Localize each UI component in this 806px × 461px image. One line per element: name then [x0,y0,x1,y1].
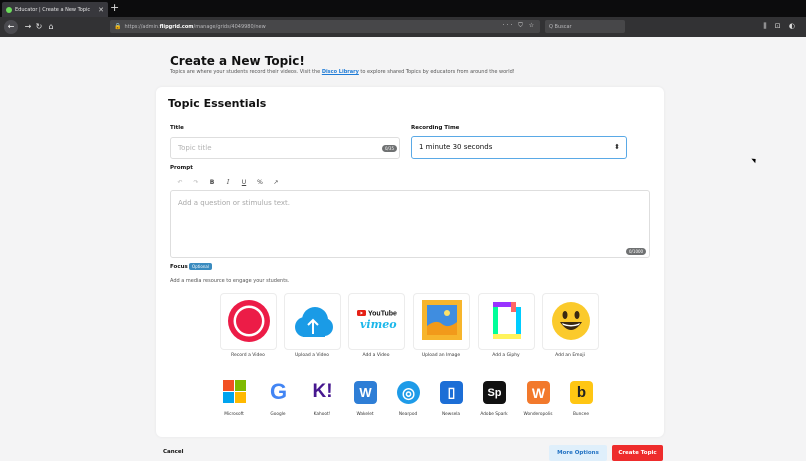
record-icon [228,300,270,342]
newsela-icon[interactable]: ▯ [440,381,463,404]
title-label: Title [170,125,184,131]
search-bar[interactable]: Q Buscar [545,20,625,33]
cancel-button[interactable]: Cancel [163,449,184,455]
focus-label: Focus [170,264,188,270]
tile-label: Add a Giphy [492,353,520,358]
tile-label: Add a Video [362,353,390,358]
prompt-label: Prompt [170,165,193,171]
clear-format-icon[interactable]: ↗ [272,179,280,186]
disco-library-link[interactable]: Disco Library [322,69,359,75]
flipgrid-favicon-icon [6,6,12,13]
tile-label: Upload an Image [421,353,461,358]
page-actions-icon[interactable]: ··· ⛉ ☆ [503,22,536,30]
upload-image-tile[interactable] [413,293,470,350]
microsoft-icon[interactable] [223,380,246,403]
record-video-tile[interactable] [220,293,277,350]
home-icon[interactable]: ⌂ [45,22,57,31]
add-video-tile[interactable]: YouTube vimeo [348,293,405,350]
url-text: https://admin.flipgrid.com/manage/grids/… [124,23,266,30]
emoji-icon [552,302,590,340]
page-subtitle: Topics are where your students record th… [170,69,515,75]
address-bar[interactable]: 🔒 https://admin.flipgrid.com/manage/grid… [110,20,540,33]
link-icon[interactable]: % [256,179,264,186]
section-title: Topic Essentials [168,97,267,110]
buncee-icon[interactable]: b [570,381,593,404]
integration-label: Buncee [572,412,590,417]
wonderopolis-icon[interactable]: W [527,381,550,404]
google-icon[interactable]: G [267,379,290,404]
underline-icon[interactable]: U [240,179,248,186]
logo-top-text: YouTube [368,311,397,318]
cloud-upload-icon [295,307,333,337]
integration-label: Google [270,412,286,417]
more-options-button[interactable]: More Options [549,445,607,461]
recording-time-label: Recording Time [411,125,460,131]
tile-label: Record a Video [231,353,265,358]
image-icon [422,300,462,340]
add-emoji-tile[interactable] [542,293,599,350]
giphy-icon [493,302,521,339]
redo-icon[interactable]: ↷ [192,179,200,186]
tile-label: Add an Emoji [555,353,585,358]
tab-close-icon[interactable]: ✕ [98,6,104,14]
title-char-counter: 0/35 [382,145,397,152]
mouse-cursor-icon [751,156,758,164]
nearpod-icon[interactable]: ◎ [397,381,420,404]
wakelet-icon[interactable]: W [354,381,377,404]
create-topic-button[interactable]: Create Topic [612,445,663,461]
select-caret-icon: ⬍ [614,143,620,151]
browser-tab[interactable]: Educator | Create a New Topic ✕ [2,2,108,17]
back-arrow-icon[interactable]: ← [4,20,18,34]
prompt-toolbar: ↶ ↷ B I U % ↗ [176,179,280,186]
page-title: Create a New Topic! [170,54,305,68]
new-tab-button[interactable]: + [110,2,119,14]
recording-time-select[interactable]: 1 minute 30 seconds ⬍ [411,136,627,159]
focus-subtitle: Add a media resource to engage your stud… [170,278,290,284]
upload-video-tile[interactable] [284,293,341,350]
italic-icon[interactable]: I [224,179,232,186]
kahoot-icon[interactable]: K! [311,380,334,403]
integration-label: Adobe Spark [480,412,508,417]
lock-icon: 🔒 [114,23,122,30]
title-input[interactable]: Topic title [170,137,400,159]
optional-badge: Optional [189,263,212,270]
browser-nav-bar: ← → ↻ ⌂ 🔒 https://admin.flipgrid.com/man… [0,17,806,37]
prompt-textarea[interactable]: Add a question or stimulus text. [170,190,650,258]
reload-icon[interactable]: ↻ [33,22,45,31]
bold-icon[interactable]: B [208,179,216,186]
integration-label: Microsoft [224,412,244,417]
prompt-char-counter: 0/1000 [626,248,647,255]
tile-label: Upload a Video [295,353,329,358]
browser-tab-bar: Educator | Create a New Topic ✕ + [0,0,806,17]
toolbar-icons[interactable]: ⫼ ⊡ ◐ [763,22,798,31]
undo-icon[interactable]: ↶ [176,179,184,186]
youtube-vimeo-icon: YouTube vimeo [357,310,397,331]
recording-time-value: 1 minute 30 seconds [419,143,493,151]
logo-bottom-text: vimeo [360,318,397,331]
adobe-spark-icon[interactable]: Sp [483,381,506,404]
tab-title: Educator | Create a New Topic [15,6,91,13]
add-giphy-tile[interactable] [478,293,535,350]
